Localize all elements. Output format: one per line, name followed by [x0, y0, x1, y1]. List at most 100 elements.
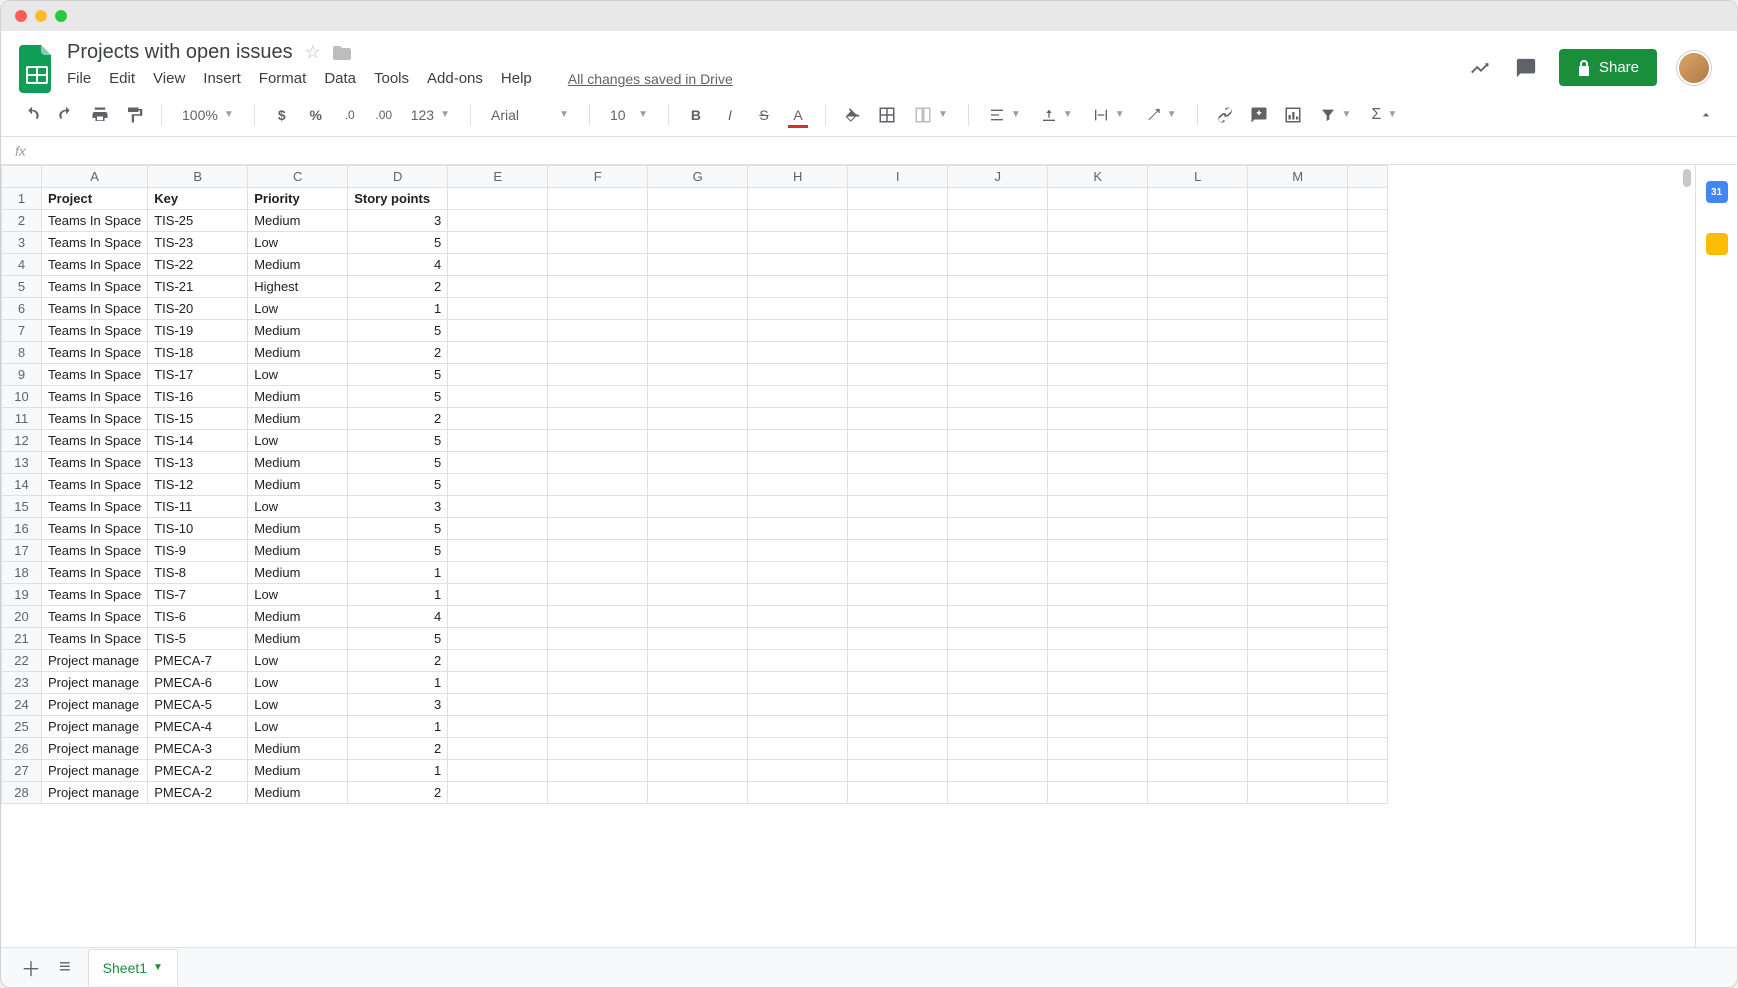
- cell[interactable]: [848, 254, 948, 276]
- cell[interactable]: PMECA-2: [148, 760, 248, 782]
- cell[interactable]: [748, 518, 848, 540]
- cell[interactable]: [848, 760, 948, 782]
- cell[interactable]: [1248, 188, 1348, 210]
- cell[interactable]: [848, 298, 948, 320]
- cell[interactable]: [448, 672, 548, 694]
- cell[interactable]: [848, 672, 948, 694]
- cell[interactable]: 5: [348, 540, 448, 562]
- row-header[interactable]: 20: [2, 606, 42, 628]
- cell[interactable]: [1148, 518, 1248, 540]
- cell[interactable]: [648, 276, 748, 298]
- cell[interactable]: 5: [348, 386, 448, 408]
- menu-view[interactable]: View: [153, 70, 185, 87]
- cell[interactable]: TIS-11: [148, 496, 248, 518]
- cell[interactable]: [1048, 474, 1148, 496]
- cell[interactable]: [748, 584, 848, 606]
- cell[interactable]: Teams In Space: [42, 408, 148, 430]
- cell[interactable]: [1148, 320, 1248, 342]
- cell[interactable]: [748, 276, 848, 298]
- cell[interactable]: [448, 562, 548, 584]
- cell[interactable]: Teams In Space: [42, 540, 148, 562]
- cell[interactable]: [648, 298, 748, 320]
- col-header-K[interactable]: K: [1048, 166, 1148, 188]
- doc-title[interactable]: Projects with open issues: [67, 41, 293, 64]
- cell[interactable]: [1048, 276, 1148, 298]
- collapse-toolbar-icon[interactable]: [1693, 102, 1719, 128]
- cell[interactable]: [548, 320, 648, 342]
- cell[interactable]: Teams In Space: [42, 452, 148, 474]
- cell[interactable]: 5: [348, 628, 448, 650]
- select-all-corner[interactable]: [2, 166, 42, 188]
- cell[interactable]: [1148, 364, 1248, 386]
- cell[interactable]: [648, 342, 748, 364]
- cell[interactable]: [1248, 584, 1348, 606]
- cell[interactable]: [648, 738, 748, 760]
- cell[interactable]: [448, 408, 548, 430]
- row-header[interactable]: 12: [2, 430, 42, 452]
- cell[interactable]: [448, 650, 548, 672]
- row-header[interactable]: 4: [2, 254, 42, 276]
- cell[interactable]: [1148, 452, 1248, 474]
- cell[interactable]: [448, 254, 548, 276]
- cell[interactable]: [848, 496, 948, 518]
- cell[interactable]: Medium: [248, 562, 348, 584]
- cell[interactable]: [948, 760, 1048, 782]
- cell[interactable]: Teams In Space: [42, 474, 148, 496]
- cell[interactable]: [848, 342, 948, 364]
- cell[interactable]: [548, 364, 648, 386]
- row-header[interactable]: 17: [2, 540, 42, 562]
- cell[interactable]: [748, 232, 848, 254]
- cell[interactable]: [1048, 672, 1148, 694]
- cell[interactable]: [548, 782, 648, 804]
- cell[interactable]: [448, 232, 548, 254]
- wrap-icon[interactable]: ▼: [1087, 107, 1131, 123]
- cell[interactable]: [1148, 716, 1248, 738]
- cell[interactable]: [848, 716, 948, 738]
- cell[interactable]: [648, 408, 748, 430]
- cell[interactable]: [648, 364, 748, 386]
- move-folder-icon[interactable]: [333, 46, 351, 60]
- cell[interactable]: [648, 562, 748, 584]
- cell[interactable]: 3: [348, 496, 448, 518]
- cell[interactable]: [1248, 364, 1348, 386]
- cell[interactable]: [848, 738, 948, 760]
- bold-icon[interactable]: B: [683, 102, 709, 128]
- cell[interactable]: Medium: [248, 540, 348, 562]
- filter-icon[interactable]: ▼: [1314, 107, 1358, 123]
- cell[interactable]: [1148, 188, 1248, 210]
- cell[interactable]: Teams In Space: [42, 210, 148, 232]
- cell[interactable]: [1048, 496, 1148, 518]
- menu-file[interactable]: File: [67, 70, 91, 87]
- cell[interactable]: [648, 188, 748, 210]
- cell[interactable]: PMECA-6: [148, 672, 248, 694]
- cell[interactable]: Medium: [248, 760, 348, 782]
- cell[interactable]: Low: [248, 584, 348, 606]
- cell[interactable]: Teams In Space: [42, 298, 148, 320]
- cell[interactable]: Priority: [248, 188, 348, 210]
- cell[interactable]: [548, 672, 648, 694]
- cell[interactable]: [848, 474, 948, 496]
- cell[interactable]: TIS-13: [148, 452, 248, 474]
- cell[interactable]: [1148, 386, 1248, 408]
- cell[interactable]: [448, 342, 548, 364]
- cell[interactable]: Low: [248, 232, 348, 254]
- activity-icon[interactable]: [1467, 55, 1493, 81]
- cell[interactable]: Highest: [248, 276, 348, 298]
- cell[interactable]: TIS-16: [148, 386, 248, 408]
- menu-data[interactable]: Data: [324, 70, 356, 87]
- cell[interactable]: Medium: [248, 606, 348, 628]
- cell[interactable]: [1248, 782, 1348, 804]
- cell[interactable]: [448, 430, 548, 452]
- cell[interactable]: Low: [248, 716, 348, 738]
- redo-icon[interactable]: [53, 102, 79, 128]
- cell[interactable]: [948, 188, 1048, 210]
- col-header-I[interactable]: I: [848, 166, 948, 188]
- cell[interactable]: [548, 342, 648, 364]
- cell[interactable]: [548, 628, 648, 650]
- cell[interactable]: 5: [348, 474, 448, 496]
- cell[interactable]: Teams In Space: [42, 364, 148, 386]
- row-header[interactable]: 3: [2, 232, 42, 254]
- cell[interactable]: [448, 276, 548, 298]
- cell[interactable]: [1048, 364, 1148, 386]
- cell[interactable]: 5: [348, 518, 448, 540]
